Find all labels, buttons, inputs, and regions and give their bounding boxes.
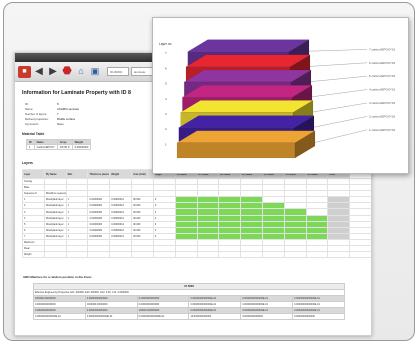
table-cell bbox=[261, 251, 285, 259]
id-field[interactable]: ID-00001 bbox=[107, 67, 129, 76]
table-cell: 10.0000000000000 bbox=[188, 313, 242, 320]
column-header: Area (total) bbox=[131, 169, 154, 179]
table-cell bbox=[283, 251, 307, 259]
property-key: ID: bbox=[25, 101, 29, 106]
layer-top-face bbox=[187, 39, 310, 52]
table-cell bbox=[109, 251, 133, 259]
layer-label: 1 carbon/EPOXY01 bbox=[369, 128, 396, 132]
table-cell: 0.00000000000000E-01 bbox=[84, 313, 138, 320]
table-cell bbox=[196, 251, 220, 259]
column-header: Mat. bbox=[65, 169, 89, 179]
layer-front-face bbox=[176, 142, 296, 159]
table-cell: 0.00000000000000E-01 bbox=[33, 313, 86, 320]
table-cell: 0.00000000 bbox=[71, 144, 92, 150]
layer-label-cell: Weight bbox=[22, 251, 45, 259]
app-logo-icon[interactable]: ■ bbox=[18, 65, 31, 78]
save-icon[interactable]: ▣ bbox=[89, 66, 101, 78]
property-value: ASHM0 Laminate bbox=[57, 106, 79, 111]
column-header: Thickness (average) bbox=[87, 169, 111, 179]
layer-label: 5 carbon/EPOXY01 bbox=[369, 74, 396, 78]
table-cell: Carbon/EPOXY bbox=[33, 144, 58, 150]
layer-tick: 6 bbox=[165, 66, 167, 70]
property-value: Middle surface bbox=[57, 116, 76, 121]
table-cell: 0.00000000000000 bbox=[240, 313, 294, 320]
property-value: 7 bbox=[57, 111, 59, 116]
property-row: Name: ASHM0 Laminate bbox=[25, 106, 79, 111]
back-arrow-icon[interactable]: ◀ bbox=[33, 66, 45, 78]
property-row: Refined properties: Middle surface bbox=[25, 116, 79, 121]
layer-top-face bbox=[179, 100, 314, 113]
table-row: 0.00000000000000E-01 0.00000000000000E-01… bbox=[33, 313, 345, 320]
column-header: Weight bbox=[109, 169, 133, 179]
leader-line bbox=[311, 89, 368, 97]
stacked-layer-chart: Layer no. 1 1 carbon/EPOXY01 2 2 carbon/EPOX… bbox=[159, 39, 396, 159]
layer-top-face bbox=[181, 84, 313, 98]
table-cell bbox=[218, 251, 242, 259]
layer-top-face bbox=[183, 69, 312, 83]
table-row: 1 Carbon/EPOXY ASTM D 0.00000000 bbox=[26, 144, 92, 150]
material-table-heading: Material Table bbox=[22, 132, 45, 136]
property-key: Name: bbox=[25, 106, 34, 111]
layer-tick: 5 bbox=[165, 82, 167, 86]
abd-heading: ABD Matrices for a random position in th… bbox=[23, 275, 93, 279]
table-cell bbox=[349, 251, 371, 259]
property-key: Symmetric: bbox=[25, 121, 39, 126]
layers-heading: Layers bbox=[22, 161, 33, 165]
property-row: Symmetric: None bbox=[25, 121, 79, 126]
leader-line bbox=[310, 76, 368, 82]
report-title: Information for Laminate Property with I… bbox=[22, 90, 131, 96]
layer-label: 3 carbon/EPOXY01 bbox=[369, 101, 396, 105]
layer-top-face bbox=[178, 115, 315, 128]
material-table: ID Name Array Weight 1 Carbon/EPOXY ASTM… bbox=[26, 139, 92, 150]
leader-line bbox=[309, 62, 368, 67]
leader-line bbox=[308, 49, 368, 52]
layer-chart-window: Layer no. 1 1 carbon/EPOXY01 2 2 carbon/EPOX… bbox=[152, 17, 409, 174]
layer-tick: 4 bbox=[165, 97, 167, 101]
property-key: Number of layers: bbox=[25, 111, 48, 116]
layer-label: 6 carbon/EPOXY01 bbox=[369, 61, 396, 65]
table-cell bbox=[65, 251, 89, 259]
table-cell: 0.00000000000000 bbox=[292, 313, 345, 320]
forward-arrow-icon[interactable]: ▶ bbox=[47, 66, 59, 78]
table-row: Weight bbox=[22, 251, 371, 259]
table-cell: 0.00000000000000E-01 bbox=[136, 313, 190, 320]
abd-matrix-table: HT-SMIN Effective Engineering Properties:… bbox=[33, 283, 345, 320]
table-cell: ASTM D bbox=[56, 144, 73, 150]
table-cell bbox=[327, 251, 351, 259]
table-cell bbox=[240, 251, 263, 259]
layer-tick: 2 bbox=[165, 127, 167, 131]
property-list: ID: 8 Name: ASHM0 Laminate Number of layer… bbox=[25, 101, 79, 126]
layers-table: LayerPly NameMat.Thickness (average)Weig… bbox=[22, 169, 371, 259]
leader-line bbox=[313, 116, 368, 128]
stop-icon[interactable]: ⬣ bbox=[61, 66, 73, 78]
layer-label: 7 carbon/EPOXY01 bbox=[369, 47, 396, 51]
table-cell bbox=[87, 251, 111, 259]
layer-label: 2 carbon/EPOXY01 bbox=[369, 114, 396, 118]
property-value: 8 bbox=[57, 101, 59, 106]
layer-tick: 7 bbox=[165, 51, 167, 55]
table-cell bbox=[305, 251, 329, 259]
y-axis-label: Layer no. bbox=[159, 42, 172, 46]
layer-tick: 1 bbox=[165, 142, 167, 146]
leader-line bbox=[312, 102, 368, 113]
table-cell: 1 bbox=[26, 144, 35, 150]
layer-label: 4 carbon/EPOXY01 bbox=[369, 88, 396, 92]
table-cell bbox=[152, 251, 176, 259]
layer-tick: 3 bbox=[165, 112, 167, 116]
table-cell bbox=[174, 251, 198, 259]
table-cell bbox=[131, 251, 154, 259]
layer-top-face bbox=[176, 130, 316, 144]
property-key: Refined properties: bbox=[25, 116, 49, 121]
column-header: Ply Name bbox=[43, 169, 67, 179]
ply-name-cell bbox=[43, 251, 67, 259]
leader-line bbox=[314, 129, 368, 143]
column-header: Layer bbox=[22, 169, 45, 179]
home-icon[interactable]: ⌂ bbox=[75, 66, 87, 78]
property-value: None bbox=[57, 121, 64, 126]
layer-top-face bbox=[185, 54, 311, 67]
